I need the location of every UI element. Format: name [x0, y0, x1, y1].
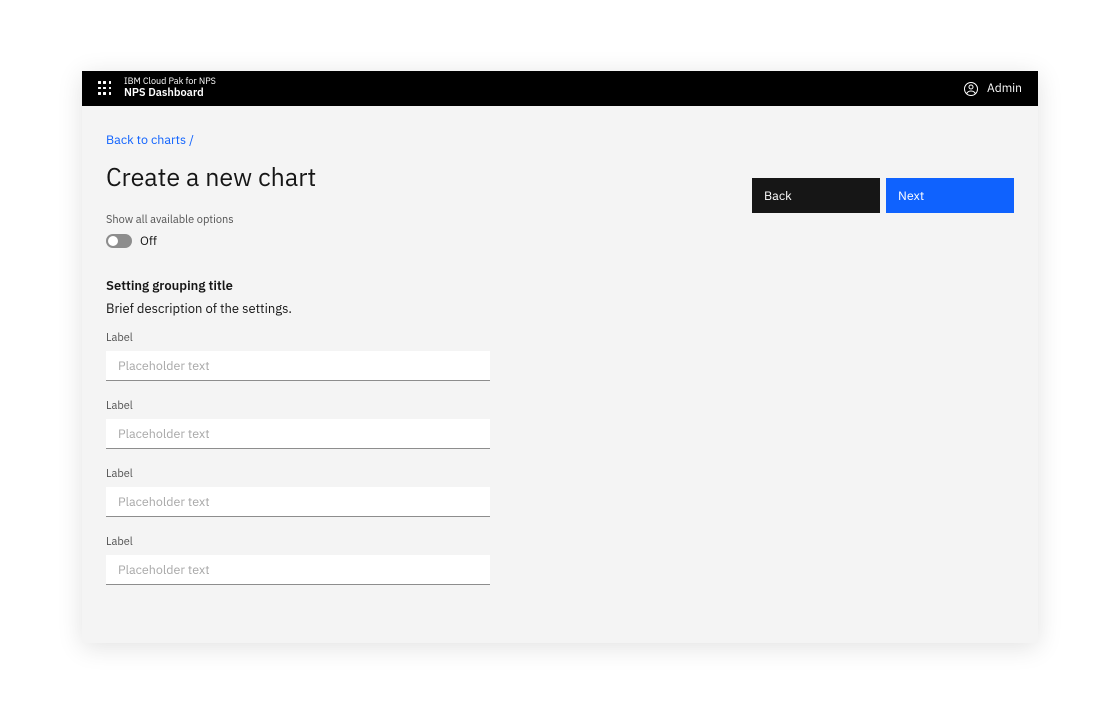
- field-input[interactable]: [106, 351, 490, 381]
- toggle-caption: Show all available options: [106, 213, 506, 227]
- next-button[interactable]: Next: [886, 178, 1014, 213]
- user-avatar-icon: [963, 81, 979, 97]
- toggle-section: Show all available options Off: [106, 213, 506, 249]
- form-column: Back to charts / Create a new chart Show…: [106, 132, 506, 603]
- toggle-row: Off: [106, 233, 506, 249]
- app-header: IBM Cloud Pak for NPS NPS Dashboard Admi…: [82, 71, 1038, 106]
- toggle-state-label: Off: [140, 233, 157, 249]
- app-window: IBM Cloud Pak for NPS NPS Dashboard Admi…: [82, 71, 1038, 643]
- field-input[interactable]: [106, 555, 490, 585]
- content: Back to charts / Create a new chart Show…: [82, 106, 1038, 629]
- actions-column: Back Next: [546, 132, 1014, 603]
- header-title: NPS Dashboard: [124, 87, 216, 100]
- page-title: Create a new chart: [106, 160, 506, 193]
- field-input[interactable]: [106, 487, 490, 517]
- form-field: Label: [106, 399, 506, 449]
- breadcrumb[interactable]: Back to charts /: [106, 132, 506, 148]
- settings-group-title: Setting grouping title: [106, 277, 506, 294]
- form-field: Label: [106, 467, 506, 517]
- header-left: IBM Cloud Pak for NPS NPS Dashboard: [98, 77, 216, 100]
- field-label: Label: [106, 535, 506, 549]
- form-field: Label: [106, 535, 506, 585]
- app-switcher-icon[interactable]: [98, 81, 112, 95]
- header-titles: IBM Cloud Pak for NPS NPS Dashboard: [124, 77, 216, 100]
- field-label: Label: [106, 331, 506, 345]
- show-options-toggle[interactable]: [106, 234, 132, 248]
- header-user[interactable]: Admin: [963, 81, 1022, 97]
- field-label: Label: [106, 399, 506, 413]
- field-label: Label: [106, 467, 506, 481]
- button-row: Back Next: [752, 178, 1014, 603]
- user-label: Admin: [987, 81, 1022, 96]
- toggle-knob: [108, 236, 118, 246]
- form-field: Label: [106, 331, 506, 381]
- field-input[interactable]: [106, 419, 490, 449]
- settings-group-description: Brief description of the settings.: [106, 300, 506, 317]
- back-button[interactable]: Back: [752, 178, 880, 213]
